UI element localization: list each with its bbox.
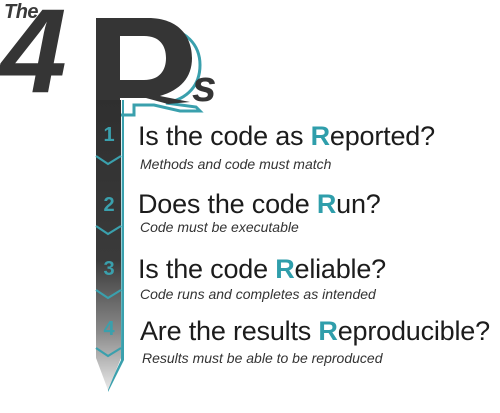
r-letter-label-layer: R xyxy=(0,0,500,413)
